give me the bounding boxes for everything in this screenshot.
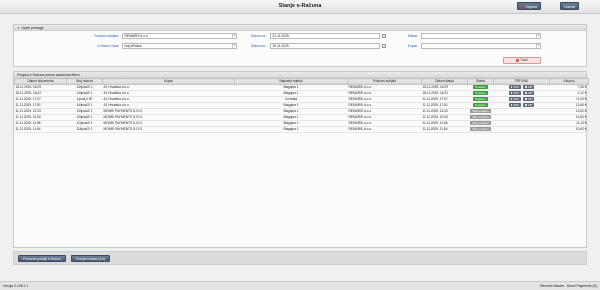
zip-button[interactable]: ZIP (523, 102, 535, 107)
pdf-button[interactable]: PDF (508, 90, 522, 95)
zip-button[interactable]: ZIP (523, 90, 535, 95)
filter-panel: ▼ Uvjeti pretrage Poslovni subjekt: REMAR… (13, 24, 587, 67)
search-button[interactable]: Traži (503, 57, 541, 64)
file-icon (525, 103, 527, 107)
cell-business-subject: REMARIS d.o.o. (347, 126, 422, 133)
table-row[interactable]: 11.11.2025. 11:54 11/lposl2/ 1 MONRI PAYME… (14, 126, 589, 133)
user-text: Remaris Master - Monri Payments (K) (540, 284, 597, 288)
status-label: Status: (407, 34, 418, 38)
cell-document-date: 11.11.2025. 11:54 (14, 126, 67, 133)
date-from-field[interactable]: 01.11.2025. (270, 33, 386, 39)
results-table: Datum dokumenta Broj računa Kupac Naplatno … (14, 78, 589, 133)
status-badge: Nije poslano (469, 114, 492, 119)
window-title: Stanje e-Računa (278, 3, 322, 9)
kupac-select[interactable]: ▾ (421, 43, 541, 49)
status-select[interactable]: ▾ (421, 33, 541, 39)
status-badge: Nije poslano (469, 126, 492, 131)
search-icon (516, 58, 520, 62)
unbind-button[interactable]: Odvezi (560, 2, 580, 10)
pdf-button[interactable]: PDF (508, 96, 522, 101)
resend-button[interactable]: Ponovno pošalji e-Račun (18, 255, 66, 262)
logout-button[interactable]: Odjava (517, 2, 541, 10)
cell-pdf-xml (493, 126, 550, 133)
eracun-type-select[interactable]: Izaj-eRačun ▾ (122, 43, 237, 49)
chevron-down-icon: ▾ (535, 33, 541, 38)
eracun-type-label: e-Račun vrsta: (97, 44, 119, 48)
status-bar: Verzija 2.105.1.1 Remaris Master - Monri… (0, 281, 600, 290)
cell-payment-place: Blagajna 1 (234, 126, 348, 133)
file-icon (525, 85, 527, 89)
status-badge: Nije poslano (469, 120, 492, 125)
chevron-down-icon: ▾ (535, 43, 541, 48)
status-badge: Poslano (472, 90, 489, 95)
status-badge: Poslano (472, 102, 489, 107)
pdf-button[interactable]: PDF (508, 102, 522, 107)
check-status-button[interactable]: Provjeri status (1/x) (71, 255, 111, 262)
cell-sent-date: 11.11.2025. 11:54 (421, 126, 468, 133)
partner-select[interactable]: REMARIS d.o.o. ▾ (122, 33, 237, 39)
pdf-button[interactable]: PDF (508, 84, 522, 89)
kupac-label: Kupac: (407, 44, 418, 48)
zip-button[interactable]: ZIP (523, 96, 535, 101)
exit-icon (521, 5, 524, 9)
cell-invoice-number: 11/lposl2/ 1 (66, 126, 103, 133)
zip-button[interactable]: ZIP (523, 84, 535, 89)
file-icon (525, 91, 527, 95)
file-icon (525, 97, 527, 101)
title-bar: Stanje e-Računa Odjava Odvezi (0, 0, 600, 14)
version-text: Verzija 2.105.1.1 (3, 284, 29, 288)
cell-customer: MONRI PAYMENTS D.O.O. (102, 126, 235, 133)
date-to-label: Datum do : (250, 44, 267, 48)
date-from-label: Datum od : (250, 34, 267, 38)
results-panel: Pregled e-Računa prema zadanima filteru … (13, 71, 589, 248)
partner-label: Poslovni subjekt: (94, 34, 119, 38)
status-badge: Poslano (472, 96, 489, 101)
status-badge: Nije poslano (469, 108, 492, 113)
cell-total: 10,62 € (549, 126, 589, 133)
date-to-field[interactable]: 30.11.2025. (270, 43, 386, 49)
status-badge: Poslano (472, 84, 489, 89)
cell-status: Nije poslano (467, 126, 494, 133)
action-bar: Ponovno pošalji e-Račun Provjeri status … (13, 251, 587, 265)
